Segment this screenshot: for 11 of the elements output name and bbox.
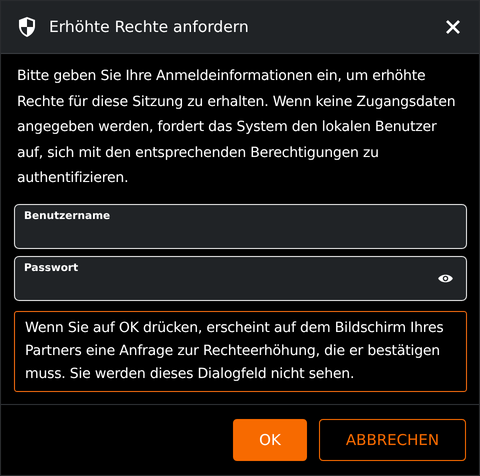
window-title: Erhöhte Rechte anfordern [49,18,250,36]
close-icon [445,19,461,35]
eye-icon[interactable] [437,272,454,284]
input-field[interactable]: Benutzername [14,204,467,248]
info-notice: Wenn Sie auf OK drücken, erscheint auf dem Bildschirm Ihres Partners eine Anfrage zur Rechteerhöhung, die er bestätigen muss. Sie werden dieses Dialogfeld nicht sehen. [14,310,467,392]
instruction-text: Bitte geben Sie Ihre Anmeldeinformationen ein, um erhöhte Rechte für diese Sitzung zu erhalten. Wenn keine Zugangsdaten angegeben werden, fordert das System den lokalen Benutzer auf, sich mit den entsprechenden Berechtigungen zu authentifizieren. [17,67,456,188]
cancel-button[interactable]: ABBRECHEN [319,419,466,461]
field-label: Passwort [24,262,78,274]
shield-icon [17,16,37,38]
password-field[interactable]: Passwort [14,256,467,300]
field-label: Benutzername [24,210,110,222]
